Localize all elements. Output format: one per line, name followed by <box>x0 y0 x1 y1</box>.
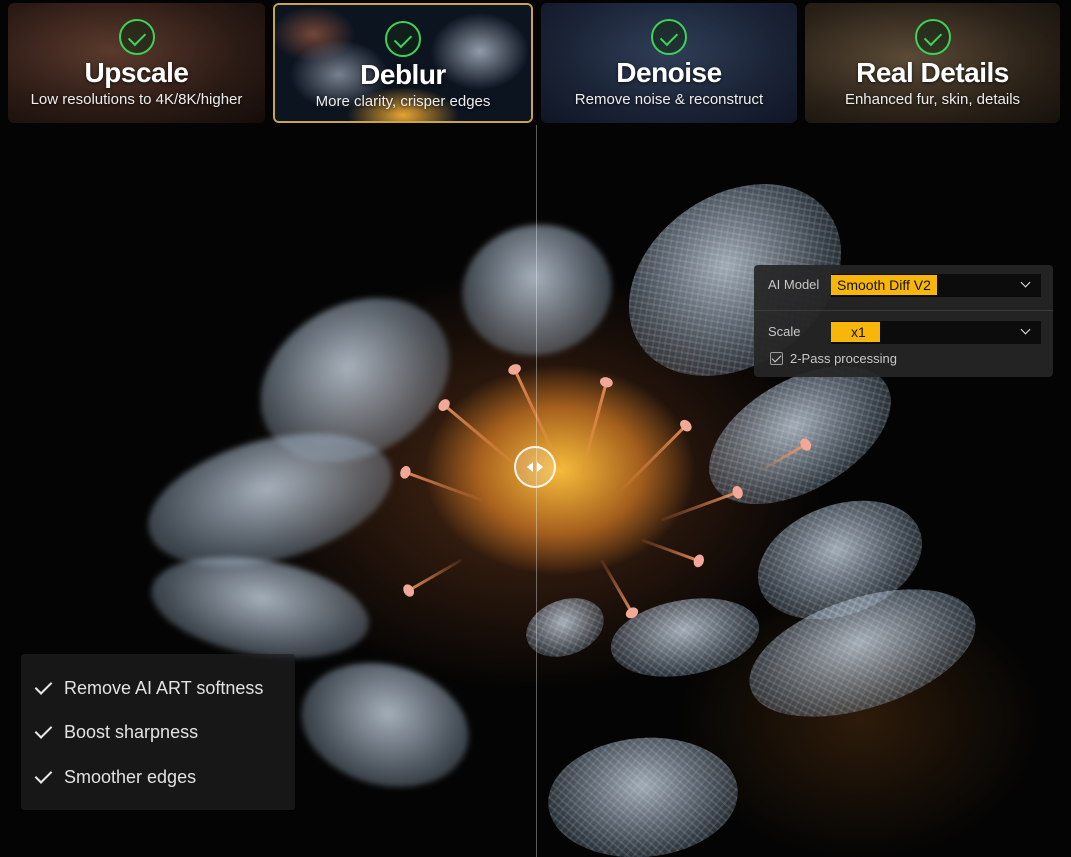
chevron-down-icon <box>1020 277 1031 288</box>
card-subtitle: Low resolutions to 4K/8K/higher <box>30 91 243 108</box>
scale-value: x1 <box>831 322 880 342</box>
feature-list: Remove AI ART softness Boost sharpness S… <box>21 654 295 810</box>
compare-slider-handle[interactable] <box>514 446 556 488</box>
checkmark-icon <box>34 766 53 784</box>
arrow-right-icon <box>537 462 543 472</box>
card-deblur[interactable]: Deblur More clarity, crisper edges <box>273 3 533 123</box>
scale-label: Scale <box>768 324 801 339</box>
compare-divider-line <box>536 125 537 857</box>
check-circle-icon <box>651 19 687 55</box>
checkmark-icon <box>34 721 53 739</box>
check-circle-icon <box>385 21 421 57</box>
scale-select[interactable]: x1 <box>831 321 1041 344</box>
card-real-details[interactable]: Real Details Enhanced fur, skin, details <box>805 3 1060 123</box>
feature-text: Smoother edges <box>64 767 197 787</box>
feature-text: Remove AI ART softness <box>64 678 264 698</box>
two-pass-label: 2-Pass processing <box>790 351 897 366</box>
ai-model-select[interactable]: Smooth Diff V2 <box>831 274 1041 297</box>
card-denoise[interactable]: Denoise Remove noise & reconstruct <box>541 3 797 123</box>
ai-model-value: Smooth Diff V2 <box>831 275 937 295</box>
feature-text: Boost sharpness <box>64 722 199 742</box>
card-title: Deblur <box>360 59 446 90</box>
chevron-down-icon <box>1020 324 1031 335</box>
checkmark-icon <box>34 677 53 695</box>
check-circle-icon <box>118 19 155 55</box>
card-title: Upscale <box>84 57 189 88</box>
card-subtitle: Remove noise & reconstruct <box>574 91 764 108</box>
arrow-left-icon <box>527 462 533 472</box>
card-subtitle: More clarity, crisper edges <box>315 93 491 110</box>
card-upscale[interactable]: Upscale Low resolutions to 4K/8K/higher <box>8 3 265 123</box>
card-title: Real Details <box>856 57 1009 88</box>
settings-panel: AI Model Smooth Diff V2 Scale x1 2-Pass … <box>754 265 1053 377</box>
check-circle-icon <box>914 19 951 55</box>
card-title: Denoise <box>616 57 722 88</box>
panel-divider <box>754 310 1053 311</box>
ai-model-label: AI Model <box>768 277 820 292</box>
two-pass-checkbox[interactable] <box>770 352 783 365</box>
card-subtitle: Enhanced fur, skin, details <box>844 91 1021 108</box>
